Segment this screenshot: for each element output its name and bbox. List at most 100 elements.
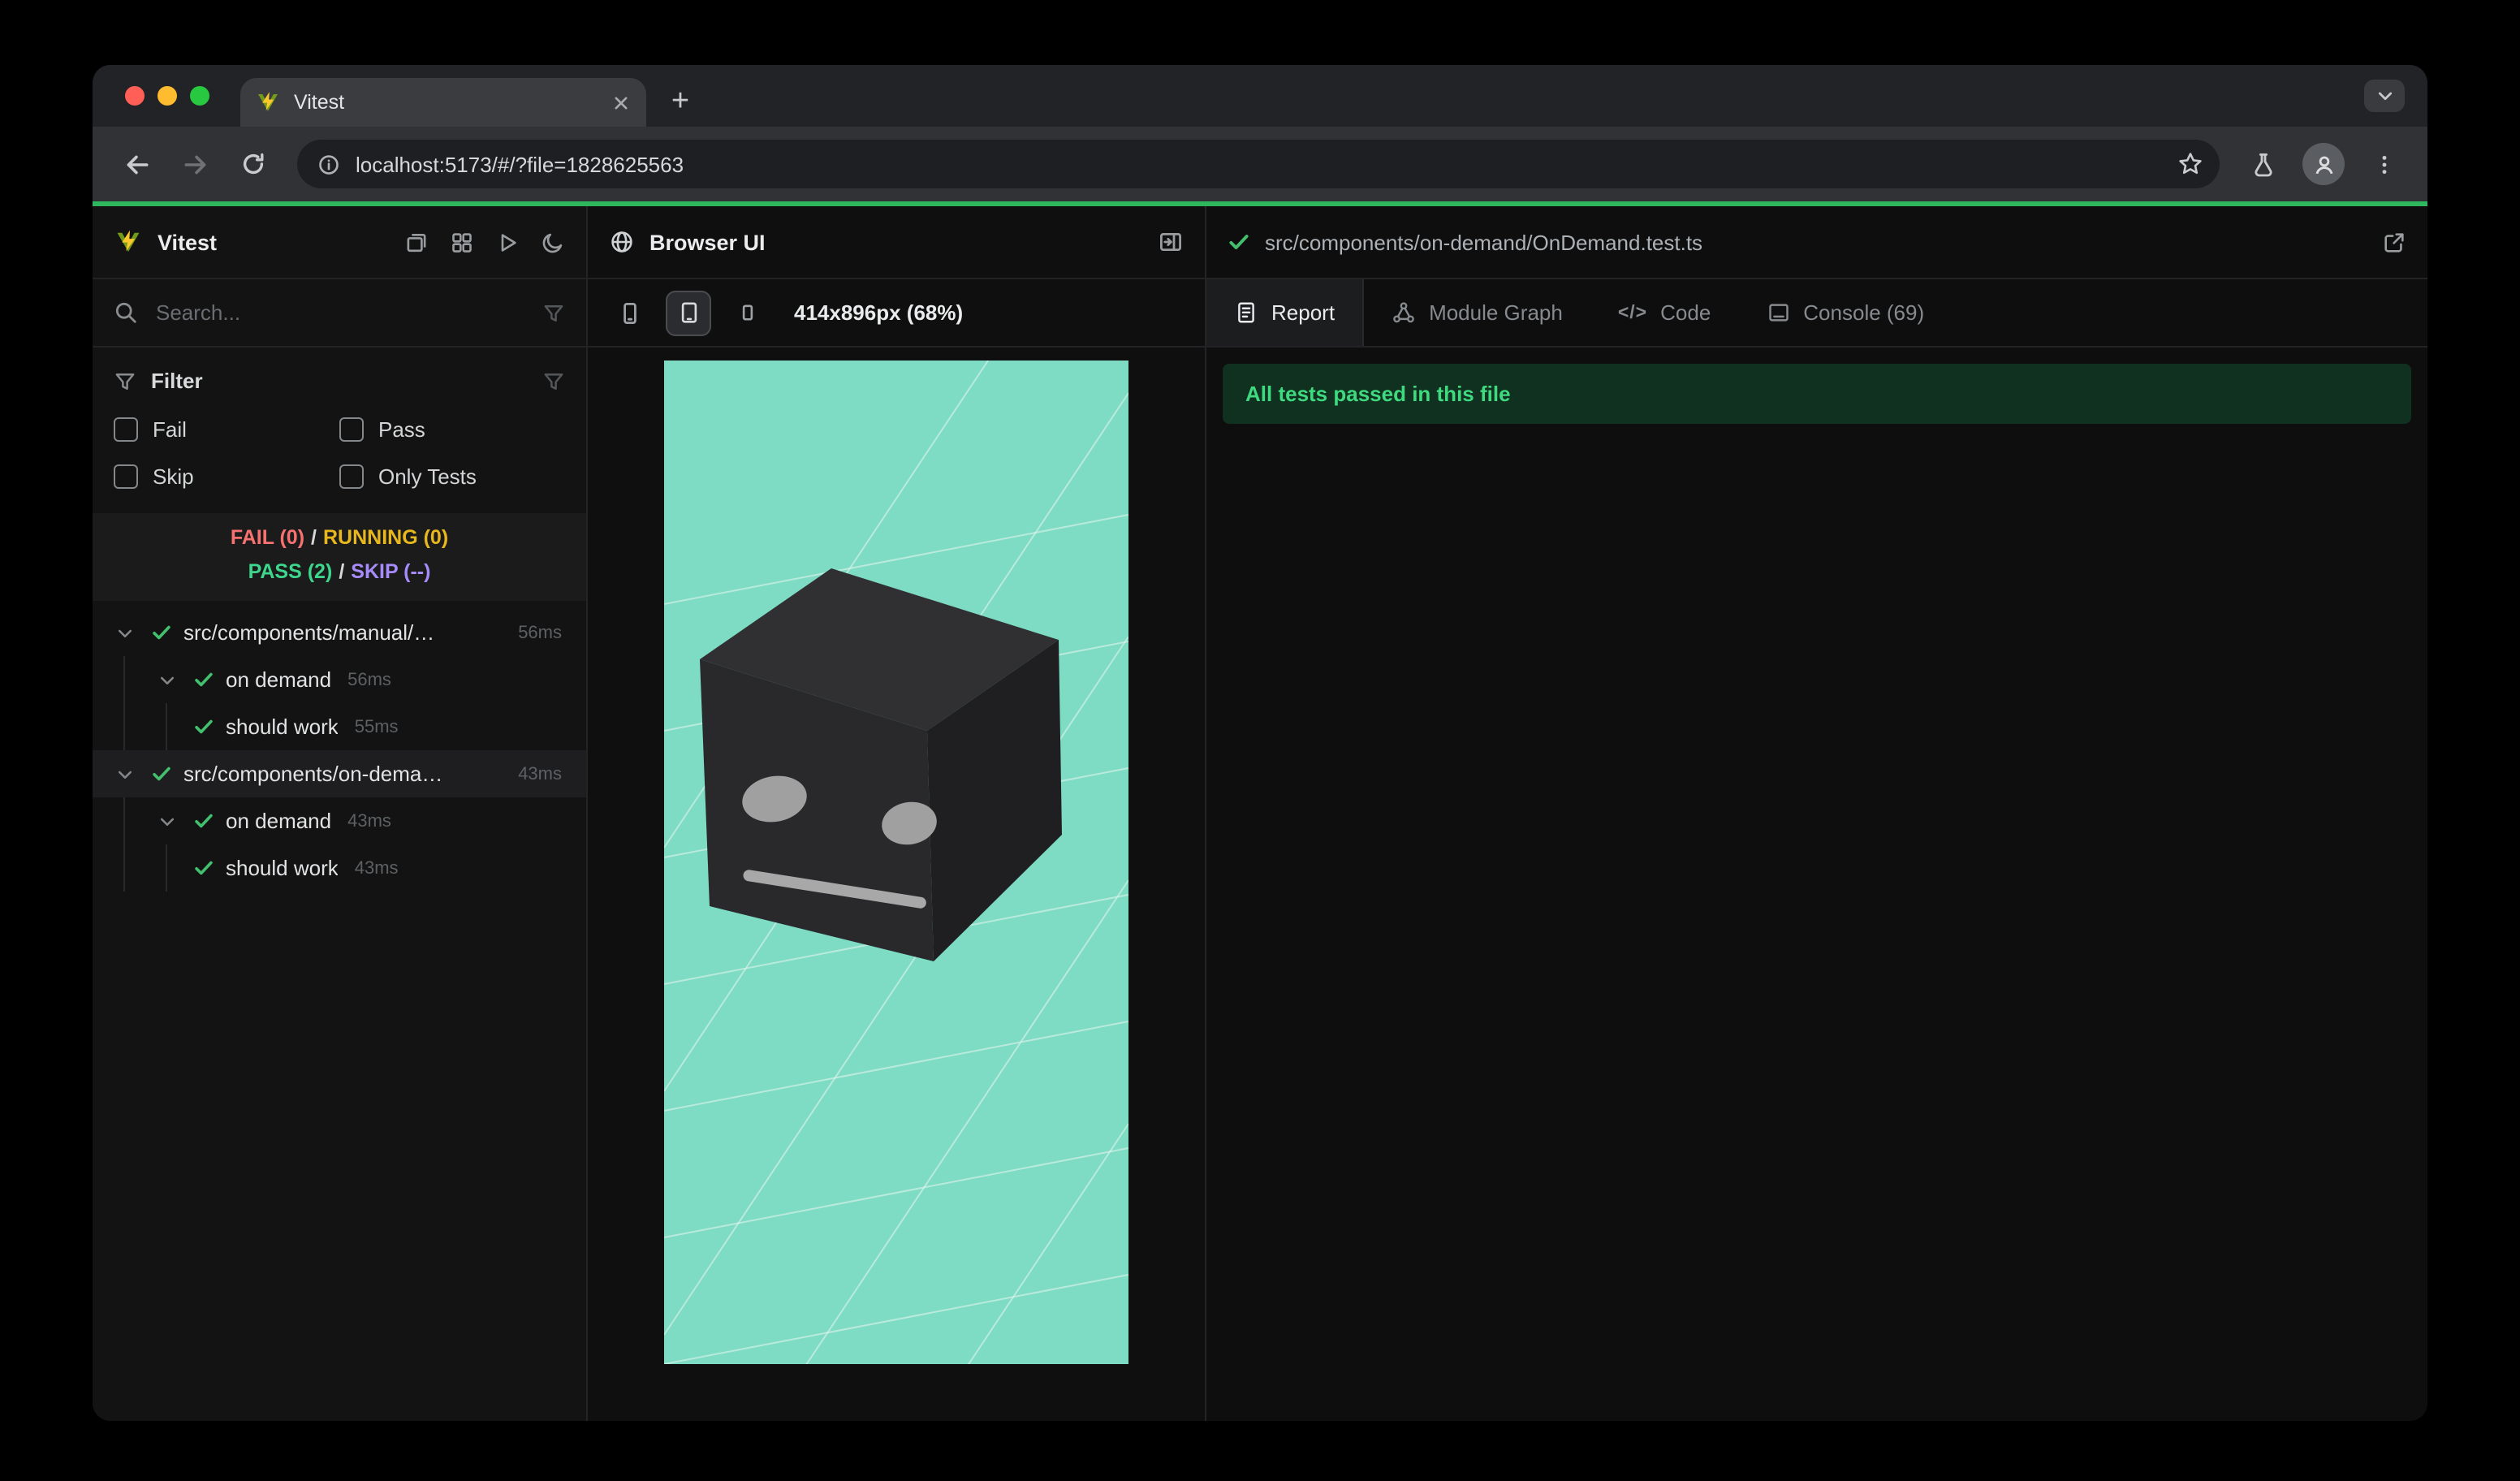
- pass-check-icon: [193, 716, 214, 737]
- reset-filter-funnel-icon[interactable]: [542, 369, 565, 392]
- report-tabs: Report Module Graph </> Code Console (69…: [1206, 279, 2427, 348]
- device-tablet-button-active[interactable]: [666, 290, 711, 335]
- search-row: [93, 279, 586, 348]
- filter-option-only-tests[interactable]: Only Tests: [339, 464, 565, 489]
- chevron-down-icon[interactable]: [115, 623, 138, 642]
- indent-guide: [123, 703, 125, 750]
- url-bar[interactable]: localhost:5173/#/?file=1828625563: [297, 140, 2220, 188]
- browser-tab[interactable]: Vitest: [240, 78, 646, 127]
- console-icon: [1766, 300, 1790, 325]
- filter-option-skip[interactable]: Skip: [114, 464, 339, 489]
- profile-avatar[interactable]: [2302, 143, 2345, 185]
- open-external-icon[interactable]: [2382, 230, 2406, 254]
- test-duration: 43ms: [518, 764, 562, 784]
- tree-row-file-selected[interactable]: src/components/on-dema… 43ms: [93, 750, 586, 797]
- clear-filter-funnel-icon[interactable]: [542, 301, 565, 324]
- browser-viewport: [588, 348, 1205, 1421]
- checkbox-pass[interactable]: [339, 417, 364, 442]
- app-title: Vitest: [158, 230, 218, 254]
- reload-button[interactable]: [226, 136, 281, 192]
- skip-count: SKIP (--): [351, 560, 431, 583]
- tab-close-icon[interactable]: [611, 92, 632, 113]
- tree-row-test[interactable]: should work 55ms: [93, 703, 586, 750]
- test-duration: 55ms: [354, 717, 399, 736]
- close-window-button[interactable]: [125, 86, 145, 106]
- tab-console[interactable]: Console (69): [1738, 279, 1952, 346]
- browser-menu-kebab-icon[interactable]: [2356, 136, 2411, 192]
- tree-row-suite[interactable]: on demand 43ms: [93, 797, 586, 844]
- experiments-flask-icon[interactable]: [2236, 136, 2291, 192]
- pass-check-icon: [151, 763, 172, 784]
- test-name: should work: [226, 856, 339, 880]
- tab-label: Console (69): [1803, 300, 1925, 325]
- chevron-down-icon[interactable]: [158, 670, 180, 689]
- test-tree: src/components/manual/… 56ms on demand 5…: [93, 601, 586, 1421]
- test-file-name: src/components/manual/…: [183, 620, 435, 645]
- sidebar: Vitest Search... Filter Fail Pass Skip O…: [93, 206, 588, 1421]
- back-button[interactable]: [109, 136, 164, 192]
- tab-title: Vitest: [294, 91, 345, 114]
- tab-report[interactable]: Report: [1206, 279, 1365, 346]
- bookmark-star-icon[interactable]: [2168, 141, 2213, 187]
- filter-option-fail[interactable]: Fail: [114, 417, 339, 442]
- tab-module-graph[interactable]: Module Graph: [1364, 279, 1590, 346]
- filter-label: Only Tests: [378, 464, 477, 489]
- browser-ui-panel: Browser UI 414x896px (68%): [588, 206, 1206, 1421]
- vitest-logo-icon: [114, 227, 143, 257]
- vitest-favicon-icon: [255, 89, 281, 115]
- run-all-play-icon[interactable]: [495, 230, 520, 254]
- zoom-window-button[interactable]: [190, 86, 209, 106]
- device-small-icon[interactable]: [726, 291, 768, 334]
- sidebar-header: Vitest: [93, 206, 586, 279]
- test-file-name: src/components/on-dema…: [183, 762, 443, 786]
- tab-search-button[interactable]: [2364, 80, 2405, 112]
- collapse-panels-icon[interactable]: [404, 230, 429, 254]
- indent-guide: [123, 844, 125, 892]
- tab-label: Module Graph: [1429, 300, 1563, 325]
- code-icon: </>: [1617, 303, 1648, 322]
- sidebar-actions: [404, 230, 565, 254]
- filter-section: Filter Fail Pass Skip Only Tests: [93, 348, 586, 513]
- test-duration: 56ms: [518, 623, 562, 642]
- minimize-window-button[interactable]: [158, 86, 177, 106]
- forward-button[interactable]: [167, 136, 222, 192]
- indent-guide: [123, 797, 125, 844]
- open-file-path: src/components/on-demand/OnDemand.test.t…: [1265, 230, 1703, 254]
- indent-guide: [166, 703, 167, 750]
- pass-count: PASS (2): [248, 560, 333, 583]
- tab-code[interactable]: </> Code: [1590, 279, 1738, 346]
- checkbox-skip[interactable]: [114, 464, 138, 489]
- search-input[interactable]: [153, 299, 528, 326]
- dashboard-grid-icon[interactable]: [450, 230, 474, 254]
- test-duration: 56ms: [347, 670, 391, 689]
- url-text[interactable]: localhost:5173/#/?file=1828625563: [356, 152, 2153, 176]
- dark-mode-moon-icon[interactable]: [541, 230, 565, 254]
- filter-options: Fail Pass Skip Only Tests: [114, 417, 565, 489]
- filter-option-pass[interactable]: Pass: [339, 417, 565, 442]
- vitest-ui: Vitest Search... Filter Fail Pass Skip O…: [93, 206, 2427, 1421]
- tree-row-file[interactable]: src/components/manual/… 56ms: [93, 609, 586, 656]
- device-mobile-icon[interactable]: [609, 291, 651, 334]
- viewport-dimensions: 414x896px (68%): [794, 300, 964, 325]
- browser-panel-title: Browser UI: [649, 230, 766, 254]
- search-icon: [114, 300, 138, 325]
- browser-panel-header: Browser UI: [588, 206, 1205, 279]
- tree-row-test[interactable]: should work 43ms: [93, 844, 586, 892]
- chevron-down-icon[interactable]: [115, 764, 138, 784]
- new-tab-button[interactable]: +: [656, 78, 705, 127]
- checkbox-only-tests[interactable]: [339, 464, 364, 489]
- filter-title: Filter: [151, 369, 203, 393]
- dock-panel-right-icon[interactable]: [1158, 229, 1184, 255]
- tree-row-suite[interactable]: on demand 56ms: [93, 656, 586, 703]
- checkbox-fail[interactable]: [114, 417, 138, 442]
- browser-window: Vitest + localhost:5173/#/?file=18286255…: [93, 65, 2427, 1421]
- separator: /: [311, 526, 317, 549]
- browser-viewport-scene[interactable]: [664, 361, 1128, 1364]
- browser-toolbar: localhost:5173/#/?file=1828625563: [93, 127, 2427, 201]
- tab-label: Report: [1271, 300, 1336, 325]
- suite-name: on demand: [226, 809, 332, 833]
- separator: /: [339, 560, 345, 583]
- running-count: RUNNING (0): [323, 526, 449, 549]
- chevron-down-icon[interactable]: [158, 811, 180, 831]
- site-info-icon[interactable]: [317, 152, 341, 176]
